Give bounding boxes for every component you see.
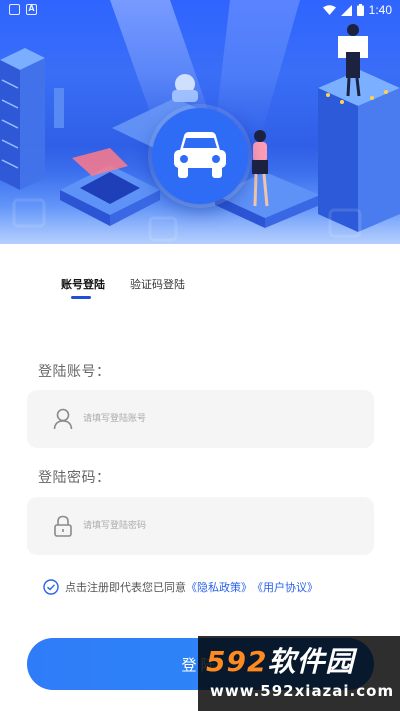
car-badge xyxy=(152,108,248,204)
privacy-policy-link[interactable]: 《隐私政策》 xyxy=(186,579,252,595)
a-notification-icon: A xyxy=(26,4,37,15)
active-tab-indicator xyxy=(71,296,91,299)
status-bar: A 1:40 xyxy=(0,0,400,20)
check-circle-icon[interactable] xyxy=(43,579,59,595)
watermark-brand-cn: 软件园 xyxy=(267,645,355,678)
status-time: 1:40 xyxy=(368,3,392,17)
password-input[interactable] xyxy=(83,497,363,555)
agreement-row: 点击注册即代表您已同意 《隐私政策》 《用户协议》 xyxy=(43,579,318,595)
tab-account-login[interactable]: 账号登陆 xyxy=(61,276,105,292)
watermark-brand-num: 592 xyxy=(206,645,268,678)
account-input-box[interactable] xyxy=(27,390,374,448)
hero-banner xyxy=(0,0,400,244)
password-input-box[interactable] xyxy=(27,497,374,555)
watermark-brand: 592软件园 xyxy=(206,640,354,680)
car-icon xyxy=(174,132,226,178)
watermark-url: www.592xiazai.com xyxy=(210,682,395,700)
status-left: A xyxy=(9,4,37,15)
user-icon xyxy=(53,408,73,430)
user-agreement-link[interactable]: 《用户协议》 xyxy=(252,579,318,595)
password-label: 登陆密码： xyxy=(38,470,111,486)
account-label: 登陆账号： xyxy=(38,364,111,380)
tab-code-login[interactable]: 验证码登陆 xyxy=(130,276,185,292)
sim-icon xyxy=(9,4,20,15)
wifi-icon xyxy=(322,5,336,15)
watermark: 592软件园 www.592xiazai.com xyxy=(198,636,400,711)
status-right: 1:40 xyxy=(322,3,392,17)
lock-icon xyxy=(54,515,72,537)
battery-icon xyxy=(356,4,364,16)
agreement-text: 点击注册即代表您已同意 xyxy=(65,581,186,594)
account-input[interactable] xyxy=(83,390,363,448)
signal-icon xyxy=(340,4,352,16)
login-tabs: 账号登陆 验证码登陆 xyxy=(0,276,400,306)
